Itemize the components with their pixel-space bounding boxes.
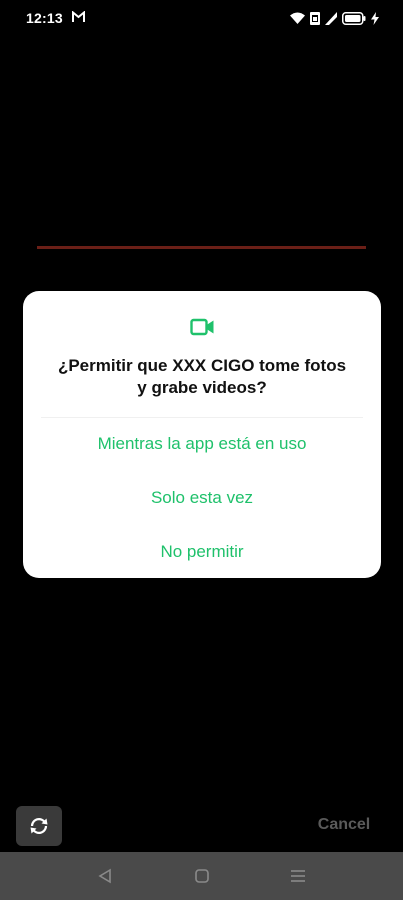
navigation-bar: [0, 852, 403, 900]
signal-1-icon: [310, 11, 320, 25]
allow-once-button[interactable]: Solo esta vez: [23, 488, 381, 508]
recents-icon[interactable]: [290, 868, 306, 884]
dialog-title-line-1: ¿Permitir que XXX CIGO tome fotos: [57, 356, 347, 375]
home-icon[interactable]: [194, 868, 210, 884]
dialog-divider: [41, 417, 363, 418]
switch-camera-icon: [30, 818, 48, 834]
cancel-button[interactable]: Cancel: [304, 816, 384, 834]
deny-button[interactable]: No permitir: [23, 542, 381, 562]
status-icons: [290, 10, 379, 26]
back-icon[interactable]: [97, 868, 113, 884]
gmail-icon: [72, 11, 85, 22]
allow-while-using-button[interactable]: Mientras la app está en uso: [23, 434, 381, 454]
signal-2-icon: [325, 11, 337, 25]
videocam-icon: [190, 318, 214, 336]
dialog-title-line-2: y grabe videos?: [137, 378, 267, 397]
switch-camera-button[interactable]: [16, 806, 62, 846]
permission-dialog: ¿Permitir que XXX CIGO tome fotos y grab…: [23, 291, 381, 578]
wifi-icon: [290, 12, 305, 24]
charging-icon: [371, 11, 379, 25]
status-bar: 12:13: [0, 0, 403, 36]
camera-preview-line: [37, 246, 366, 249]
status-time: 12:13: [26, 10, 63, 26]
dialog-title: ¿Permitir que XXX CIGO tome fotos y grab…: [43, 355, 361, 399]
battery-icon: [342, 11, 366, 25]
camera-screen: 12:13 ¿Permitir que XXX CIGO tome fotos …: [0, 0, 403, 900]
